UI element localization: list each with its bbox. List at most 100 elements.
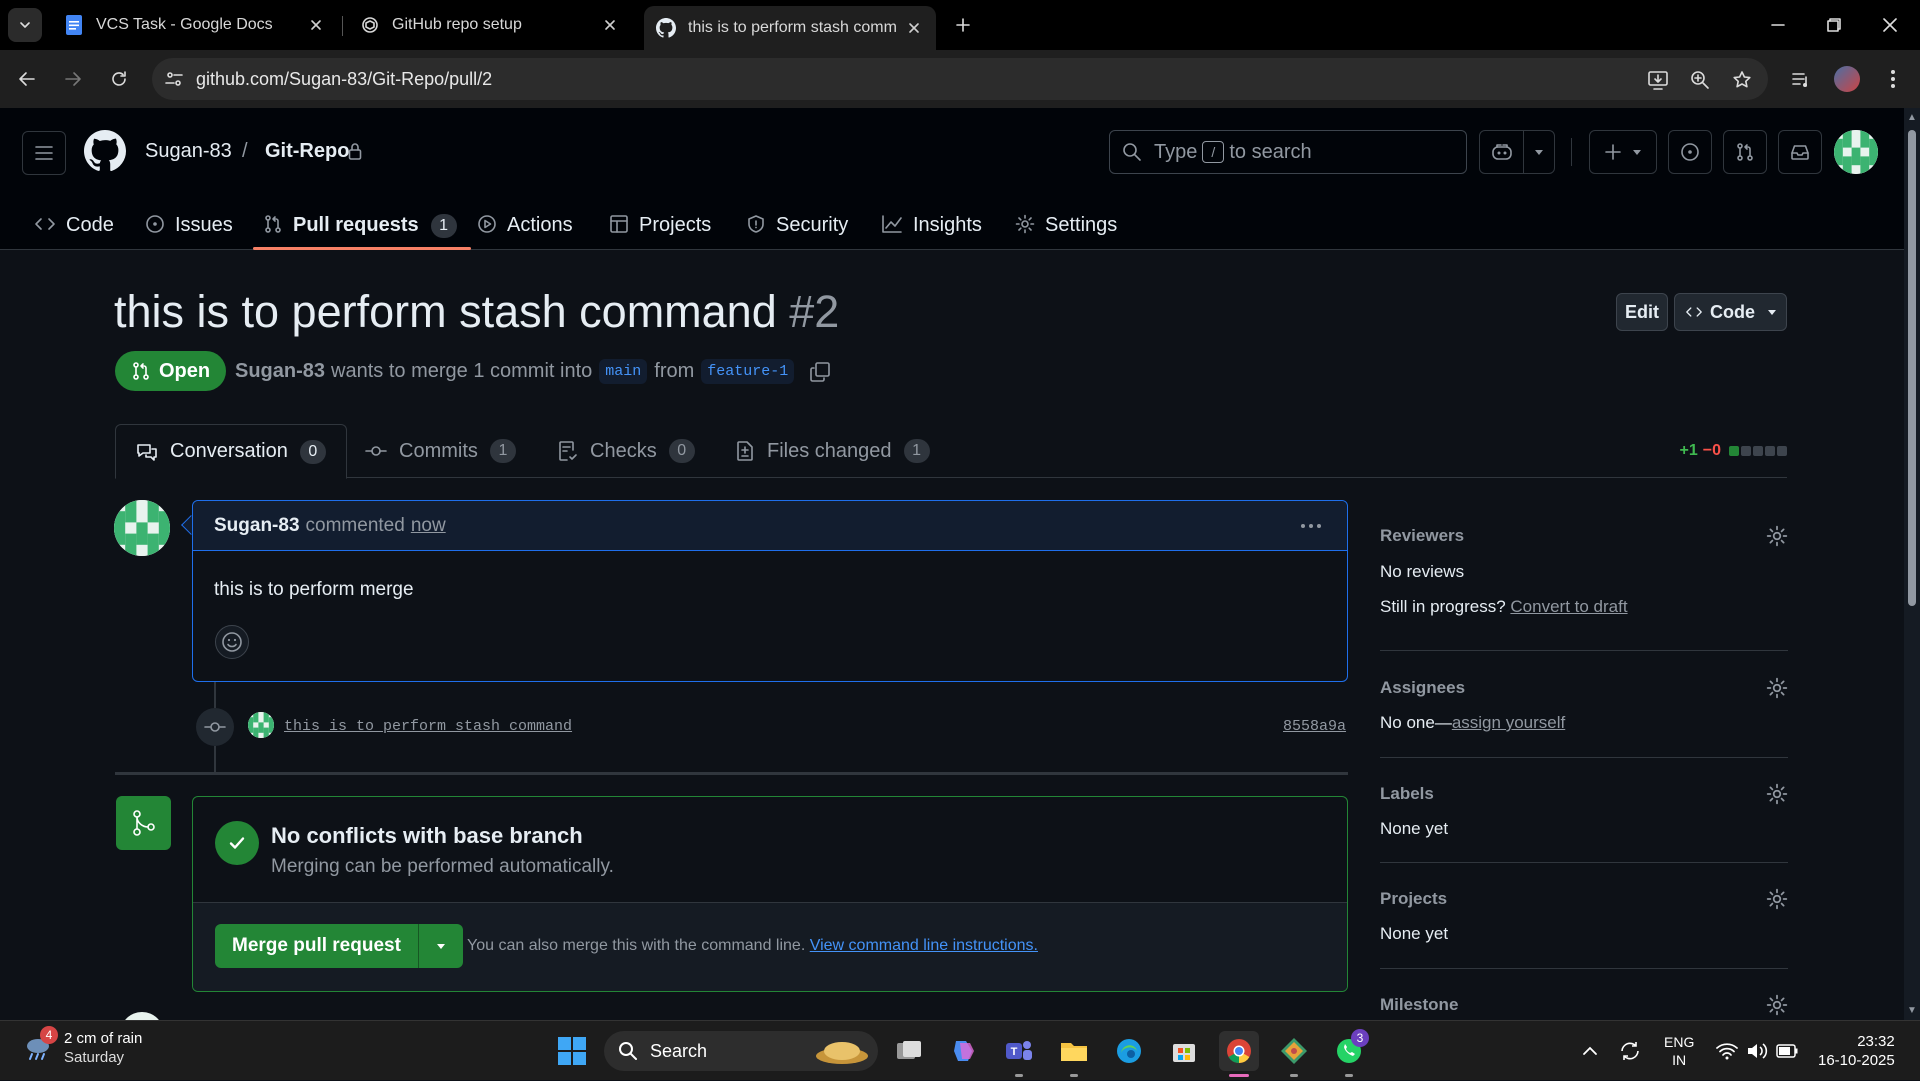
merge-pull-request-button[interactable]: Merge pull request [215, 924, 419, 968]
page-scrollbar[interactable]: ▲ ▼ [1904, 108, 1920, 1020]
sidebar-heading[interactable]: Labels [1380, 784, 1434, 804]
assign-yourself-link[interactable]: assign yourself [1452, 713, 1565, 732]
address-bar[interactable]: github.com/Sugan-83/Git-Repo/pull/2 [152, 58, 1768, 100]
profile-avatar[interactable] [1832, 64, 1862, 94]
tab-files-changed[interactable]: Files changed 1 [735, 424, 930, 478]
pull-requests-button[interactable] [1723, 130, 1767, 174]
merge-method-dropdown[interactable] [419, 924, 463, 968]
code-dropdown-button[interactable]: Code [1674, 293, 1787, 331]
gear-icon[interactable] [1766, 994, 1788, 1016]
arrow-left-icon [19, 72, 35, 86]
command-line-instructions-link[interactable]: View command line instructions. [810, 937, 1038, 954]
media-controls-icon[interactable] [1786, 64, 1816, 94]
nav-tab-settings[interactable]: Settings [1015, 204, 1117, 250]
issues-button[interactable] [1668, 130, 1712, 174]
sidebar-heading[interactable]: Milestone [1380, 995, 1458, 1015]
edge-app[interactable] [1109, 1031, 1149, 1071]
browser-tab-github-repo-setup[interactable]: GitHub repo setup [348, 8, 632, 42]
kebab-horizontal-icon[interactable] [1299, 514, 1323, 538]
sidebar-heading[interactable]: Reviewers [1380, 526, 1464, 546]
zoom-icon[interactable] [1688, 68, 1712, 92]
close-window-button[interactable] [1870, 10, 1910, 40]
commit-message-link[interactable]: this is to perform stash command [284, 718, 572, 735]
teams-app[interactable]: T [999, 1031, 1039, 1077]
volume-icon[interactable] [1746, 1021, 1768, 1081]
nav-tab-code[interactable]: Code [34, 204, 114, 250]
tab-checks[interactable]: Checks 0 [558, 424, 695, 478]
clock[interactable]: 23:32 16-10-2025 [1818, 1021, 1895, 1081]
battery-icon[interactable] [1776, 1021, 1798, 1081]
copy-icon[interactable] [809, 361, 831, 383]
copilot-app[interactable] [944, 1031, 984, 1071]
tab-conversation[interactable]: Conversation 0 [115, 424, 347, 479]
whatsapp-app[interactable]: 3 [1329, 1029, 1369, 1077]
menu-button[interactable] [22, 131, 66, 175]
scrollbar-thumb[interactable] [1908, 130, 1916, 606]
reload-button[interactable] [104, 64, 134, 94]
comment-author-avatar[interactable] [114, 500, 170, 556]
close-icon[interactable] [904, 18, 924, 38]
create-new-button[interactable] [1589, 130, 1657, 174]
add-reaction-button[interactable] [215, 625, 249, 659]
git-tool-app[interactable] [1274, 1031, 1314, 1077]
nav-tab-issues[interactable]: Issues [145, 204, 233, 250]
tab-search-button[interactable] [8, 8, 42, 42]
forward-button[interactable] [58, 64, 88, 94]
nav-tab-pull-requests[interactable]: Pull requests 1 [253, 204, 471, 250]
site-info-icon[interactable] [164, 69, 184, 89]
back-button[interactable] [12, 64, 42, 94]
sidebar-heading[interactable]: Projects [1380, 889, 1447, 909]
repo-name-link[interactable]: Git-Repo [265, 140, 349, 163]
commit-sha-link[interactable]: 8558a9a [1283, 718, 1346, 735]
bookmark-star-icon[interactable] [1730, 68, 1754, 92]
sync-icon[interactable] [1618, 1021, 1642, 1081]
nav-tab-projects[interactable]: Projects [609, 204, 711, 250]
chrome-app[interactable] [1219, 1031, 1259, 1077]
task-view-app[interactable] [889, 1031, 929, 1071]
convert-to-draft-link[interactable]: Convert to draft [1510, 597, 1627, 616]
new-tab-button[interactable] [950, 12, 976, 38]
kebab-menu-icon[interactable] [1878, 64, 1908, 94]
nav-tab-actions[interactable]: Actions [477, 204, 573, 250]
head-branch[interactable]: feature-1 [701, 359, 795, 384]
pr-author-link[interactable]: Sugan-83 [235, 360, 325, 383]
wifi-icon[interactable] [1716, 1021, 1738, 1081]
repo-owner-link[interactable]: Sugan-83 [145, 140, 232, 163]
commit-author-avatar[interactable] [248, 712, 274, 738]
running-indicator [1015, 1074, 1023, 1077]
close-icon[interactable] [306, 15, 326, 35]
user-avatar[interactable] [1834, 130, 1878, 174]
weather-widget[interactable]: 4 2 cm of rain Saturday [22, 1026, 142, 1067]
sidebar-heading[interactable]: Assignees [1380, 678, 1465, 698]
gear-icon[interactable] [1766, 783, 1788, 805]
file-explorer-app[interactable] [1054, 1031, 1094, 1077]
browser-tab-google-docs[interactable]: VCS Task - Google Docs [52, 8, 338, 42]
inbox-button[interactable] [1778, 130, 1822, 174]
gear-icon[interactable] [1766, 888, 1788, 910]
comment-timestamp[interactable]: now [411, 515, 446, 537]
base-branch[interactable]: main [599, 359, 648, 384]
edit-title-button[interactable]: Edit [1616, 293, 1668, 331]
nav-tab-insights[interactable]: Insights [881, 204, 982, 250]
tray-overflow-icon[interactable] [1582, 1021, 1598, 1081]
clock-date: 16-10-2025 [1818, 1052, 1895, 1069]
scroll-up-arrow[interactable]: ▲ [1907, 112, 1917, 123]
github-logo-icon[interactable] [84, 130, 126, 172]
taskbar-search[interactable]: Search [604, 1031, 878, 1071]
nav-tab-security[interactable]: Security [746, 204, 848, 250]
store-app[interactable] [1164, 1031, 1204, 1071]
minimize-button[interactable] [1758, 10, 1798, 40]
search-input[interactable]: Type / to search [1109, 130, 1467, 174]
restore-button[interactable] [1814, 10, 1854, 40]
install-app-icon[interactable] [1646, 68, 1670, 92]
comment-author-link[interactable]: Sugan-83 [214, 515, 300, 537]
tab-commits[interactable]: Commits 1 [365, 424, 516, 478]
scroll-down-arrow[interactable]: ▼ [1907, 1005, 1917, 1016]
gear-icon[interactable] [1766, 677, 1788, 699]
copilot-button[interactable] [1479, 130, 1555, 174]
language-indicator[interactable]: ENG IN [1664, 1021, 1694, 1081]
browser-tab-active-pr[interactable]: this is to perform stash command [644, 6, 936, 50]
close-icon[interactable] [600, 15, 620, 35]
gear-icon[interactable] [1766, 525, 1788, 547]
start-button[interactable] [552, 1031, 592, 1071]
